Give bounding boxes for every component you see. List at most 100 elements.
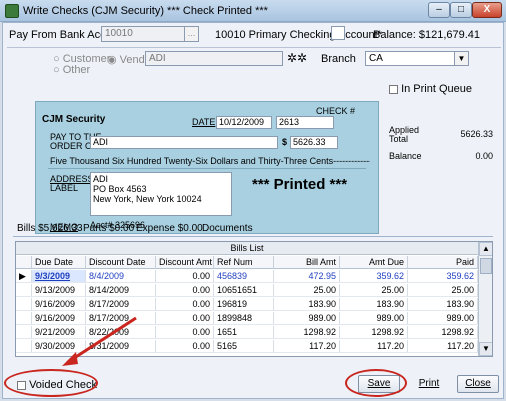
table-cell[interactable]: 1651: [214, 326, 274, 339]
row-selector-arrow-icon[interactable]: ▶: [16, 270, 32, 283]
table-cell[interactable]: 0.00: [156, 270, 214, 283]
column-header[interactable]: Discount Amt: [156, 256, 214, 269]
table-cell[interactable]: 10651651: [214, 284, 274, 297]
table-cell[interactable]: 359.62: [408, 270, 478, 283]
in-print-queue-checkbox[interactable]: In Print Queue: [389, 83, 472, 95]
date-field[interactable]: 10/12/2009: [216, 116, 272, 129]
words-underline: [48, 168, 366, 169]
account-button[interactable]: [331, 26, 345, 40]
table-cell[interactable]: 0.00: [156, 284, 214, 297]
check-panel: CJM Security CHECK # 2613 DATE 10/12/200…: [35, 101, 379, 234]
table-cell[interactable]: 183.90: [274, 298, 340, 311]
table-cell[interactable]: 9/30/2009: [32, 340, 86, 353]
table-cell[interactable]: 0.00: [156, 340, 214, 353]
table-cell[interactable]: 456839: [214, 270, 274, 283]
account-name: 10010 Primary Checking Account*: [215, 29, 382, 41]
address-line: ADI: [93, 174, 109, 184]
balance-value: 0.00: [475, 151, 493, 161]
row-indicator-header: [16, 256, 32, 269]
table-cell[interactable]: 183.90: [340, 298, 408, 311]
table-cell[interactable]: 1298.92: [274, 326, 340, 339]
date-label: DATE: [192, 117, 216, 127]
table-cell[interactable]: 0.00: [156, 326, 214, 339]
maximize-button[interactable]: □: [450, 2, 472, 18]
table-cell[interactable]: 472.95: [274, 270, 340, 283]
binoculars-icon[interactable]: ✲✲: [287, 51, 307, 65]
chevron-down-icon[interactable]: ▼: [454, 52, 468, 65]
row-selector[interactable]: [16, 340, 32, 353]
table-cell[interactable]: 183.90: [408, 298, 478, 311]
column-header[interactable]: Discount Date: [86, 256, 156, 269]
table-cell[interactable]: 8/31/2009: [86, 340, 156, 353]
table-cell[interactable]: 117.20: [274, 340, 340, 353]
account-lookup-icon[interactable]: …: [184, 27, 198, 41]
table-cell[interactable]: 9/13/2009: [32, 284, 86, 297]
table-cell[interactable]: 359.62: [340, 270, 408, 283]
in-print-queue-label: In Print Queue: [401, 83, 472, 95]
close-button-label: Close: [465, 378, 491, 389]
window-title: Write Checks (CJM Security) *** Check Pr…: [23, 5, 268, 17]
table-cell[interactable]: 25.00: [274, 284, 340, 297]
table-cell[interactable]: 8/22/2009: [86, 326, 156, 339]
table-cell[interactable]: 1899848: [214, 312, 274, 325]
scroll-up-icon[interactable]: ▲: [479, 242, 492, 256]
table-cell[interactable]: 9/21/2009: [32, 326, 86, 339]
radio-other-label: Other: [62, 64, 91, 76]
table-cell[interactable]: 9/16/2009: [32, 312, 86, 325]
address-label-2: LABEL: [50, 183, 79, 193]
table-cell[interactable]: 117.20: [340, 340, 408, 353]
table-cell[interactable]: 1298.92: [340, 326, 408, 339]
check-number-field[interactable]: 2613: [276, 116, 334, 129]
table-cell[interactable]: 989.00: [408, 312, 478, 325]
row-selector[interactable]: [16, 284, 32, 297]
printed-stamp: *** Printed ***: [252, 176, 348, 193]
table-cell[interactable]: 989.00: [340, 312, 408, 325]
row-selector[interactable]: [16, 298, 32, 311]
close-button[interactable]: Close: [457, 375, 499, 393]
address-field[interactable]: ADI PO Box 4563 New York, New York 10024: [90, 172, 232, 216]
radio-other[interactable]: ○ Other: [53, 64, 90, 76]
close-window-button[interactable]: X: [472, 2, 502, 18]
table-cell[interactable]: 25.00: [340, 284, 408, 297]
row-selector[interactable]: [16, 312, 32, 325]
payee-field[interactable]: ADI: [145, 51, 283, 66]
column-header[interactable]: Paid: [408, 256, 478, 269]
bank-account-field[interactable]: 10010 …: [101, 26, 199, 42]
table-cell[interactable]: 989.00: [274, 312, 340, 325]
table-cell[interactable]: 0.00: [156, 312, 214, 325]
table-cell[interactable]: 0.00: [156, 298, 214, 311]
table-cell[interactable]: 9/16/2009: [32, 298, 86, 311]
table-cell[interactable]: 25.00: [408, 284, 478, 297]
table-cell[interactable]: 5165: [214, 340, 274, 353]
row-selector[interactable]: [16, 326, 32, 339]
print-button[interactable]: Print: [408, 375, 450, 393]
branch-select[interactable]: CA ▼: [365, 51, 469, 66]
column-header[interactable]: Bill Amt: [274, 256, 340, 269]
table-cell[interactable]: 1298.92: [408, 326, 478, 339]
applied-label-2: Total: [389, 134, 409, 144]
table-cell[interactable]: 117.20: [408, 340, 478, 353]
bank-account-value: 10010: [105, 28, 133, 39]
column-header[interactable]: Ref Num: [214, 256, 274, 269]
table-cell[interactable]: 8/17/2009: [86, 312, 156, 325]
save-highlight-ellipse: [345, 369, 407, 397]
table-cell[interactable]: 196819: [214, 298, 274, 311]
pay-to-field[interactable]: ADI: [90, 136, 278, 149]
column-header[interactable]: Due Date: [32, 256, 86, 269]
table-cell[interactable]: 8/4/2009: [86, 270, 156, 283]
table-cell[interactable]: 9/3/2009: [32, 270, 86, 283]
write-checks-window: Pay From Bank Account 10010 … 10010 Prim…: [2, 22, 504, 399]
column-header[interactable]: Amt Due: [340, 256, 408, 269]
balance-label: Balance: [389, 151, 422, 161]
amount-field[interactable]: 5626.33: [290, 136, 338, 149]
applied-total-value: 5626.33: [460, 129, 493, 139]
table-cell[interactable]: 8/17/2009: [86, 298, 156, 311]
payee-value: ADI: [149, 53, 166, 64]
vertical-scrollbar[interactable]: ▲ ▼: [478, 242, 492, 356]
print-button-label: Print: [418, 378, 440, 389]
scroll-thumb[interactable]: [480, 258, 492, 274]
scroll-down-icon[interactable]: ▼: [479, 342, 492, 356]
table-cell[interactable]: 8/14/2009: [86, 284, 156, 297]
minimize-button[interactable]: –: [428, 2, 450, 18]
address-line: New York, New York 10024: [93, 194, 202, 204]
